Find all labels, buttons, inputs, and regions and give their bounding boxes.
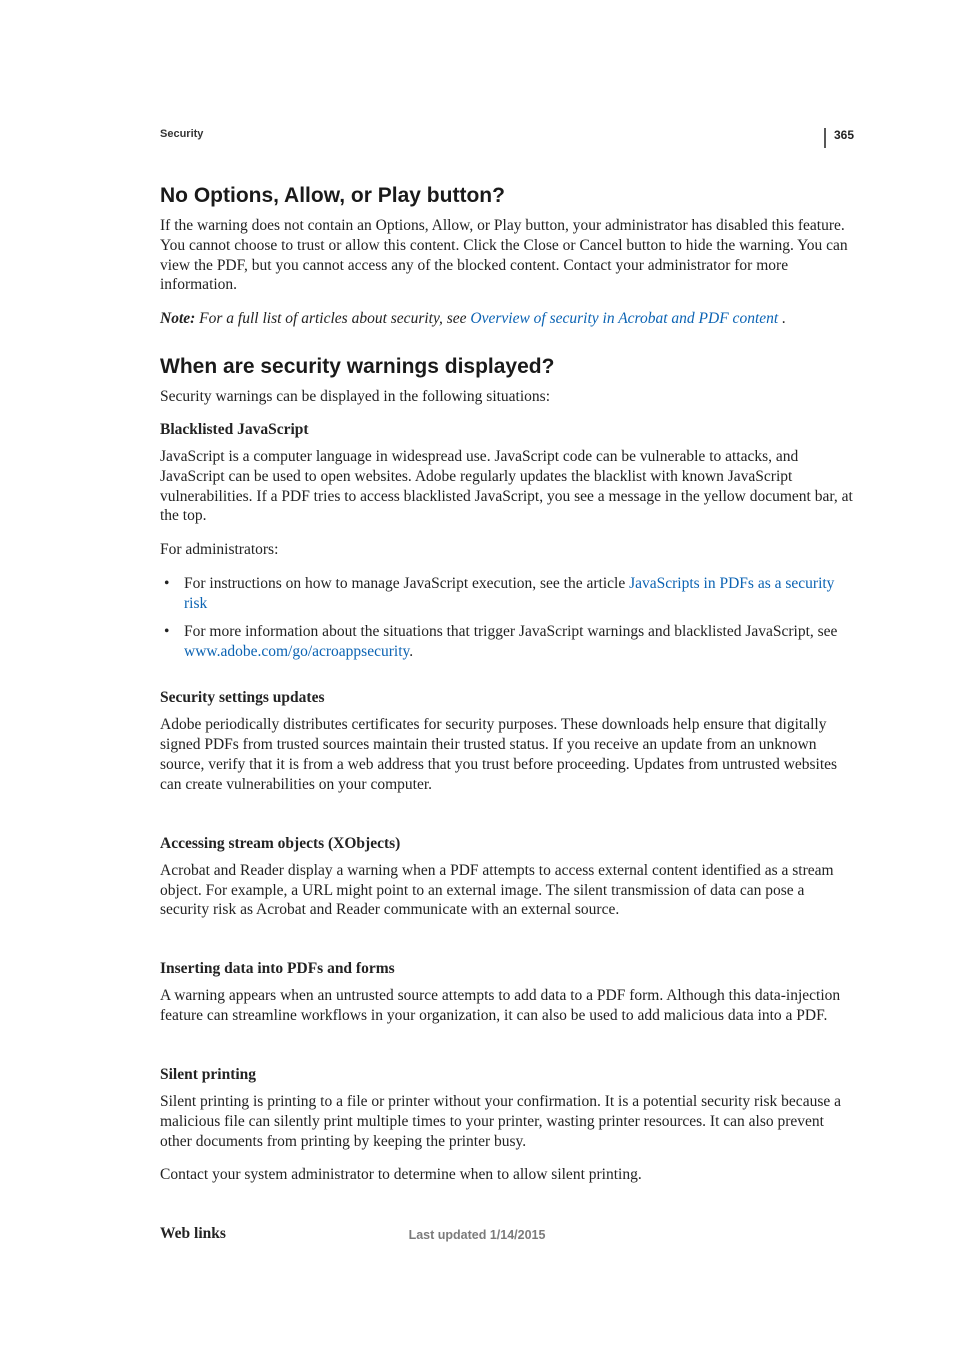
body-text: Contact your system administrator to det…: [160, 1165, 854, 1185]
section-header: Security: [160, 128, 854, 140]
body-text: Acrobat and Reader display a warning whe…: [160, 861, 854, 920]
body-text: A warning appears when an untrusted sour…: [160, 986, 854, 1026]
body-text: If the warning does not contain an Optio…: [160, 216, 854, 295]
subhead-inserting-data: Inserting data into PDFs and forms: [160, 960, 854, 978]
list-item-text: For more information about the situation…: [184, 623, 837, 640]
link-acroappsecurity[interactable]: www.adobe.com/go/acroappsecurity: [184, 643, 409, 660]
body-text: For administrators:: [160, 540, 854, 560]
subhead-security-updates: Security settings updates: [160, 689, 854, 707]
subhead-blacklisted-js: Blacklisted JavaScript: [160, 421, 854, 439]
body-text: Security warnings can be displayed in th…: [160, 387, 854, 407]
note-body-pre: For a full list of articles about securi…: [199, 310, 470, 327]
body-text: Silent printing is printing to a file or…: [160, 1092, 854, 1151]
body-text: Adobe periodically distributes certifica…: [160, 715, 854, 794]
note-label: Note:: [160, 310, 199, 327]
link-overview-security[interactable]: Overview of security in Acrobat and PDF …: [470, 310, 778, 327]
list-item-text-post: .: [409, 643, 413, 660]
body-text: JavaScript is a computer language in wid…: [160, 447, 854, 526]
heading-no-options: No Options, Allow, or Play button?: [160, 184, 854, 208]
page-number: 365: [824, 128, 854, 148]
subhead-xobjects: Accessing stream objects (XObjects): [160, 835, 854, 853]
page-footer: Last updated 1/14/2015: [0, 1228, 954, 1242]
subhead-silent-printing: Silent printing: [160, 1066, 854, 1084]
list-item: For more information about the situation…: [160, 622, 854, 662]
admin-bullet-list: For instructions on how to manage JavaSc…: [160, 574, 854, 661]
list-item: For instructions on how to manage JavaSc…: [160, 574, 854, 614]
heading-when-displayed: When are security warnings displayed?: [160, 355, 854, 379]
list-item-text: For instructions on how to manage JavaSc…: [184, 575, 629, 592]
note-block: Note: For a full list of articles about …: [160, 309, 854, 329]
note-body-post: .: [778, 310, 786, 327]
page-body: 365 Security No Options, Allow, or Play …: [0, 0, 954, 1243]
